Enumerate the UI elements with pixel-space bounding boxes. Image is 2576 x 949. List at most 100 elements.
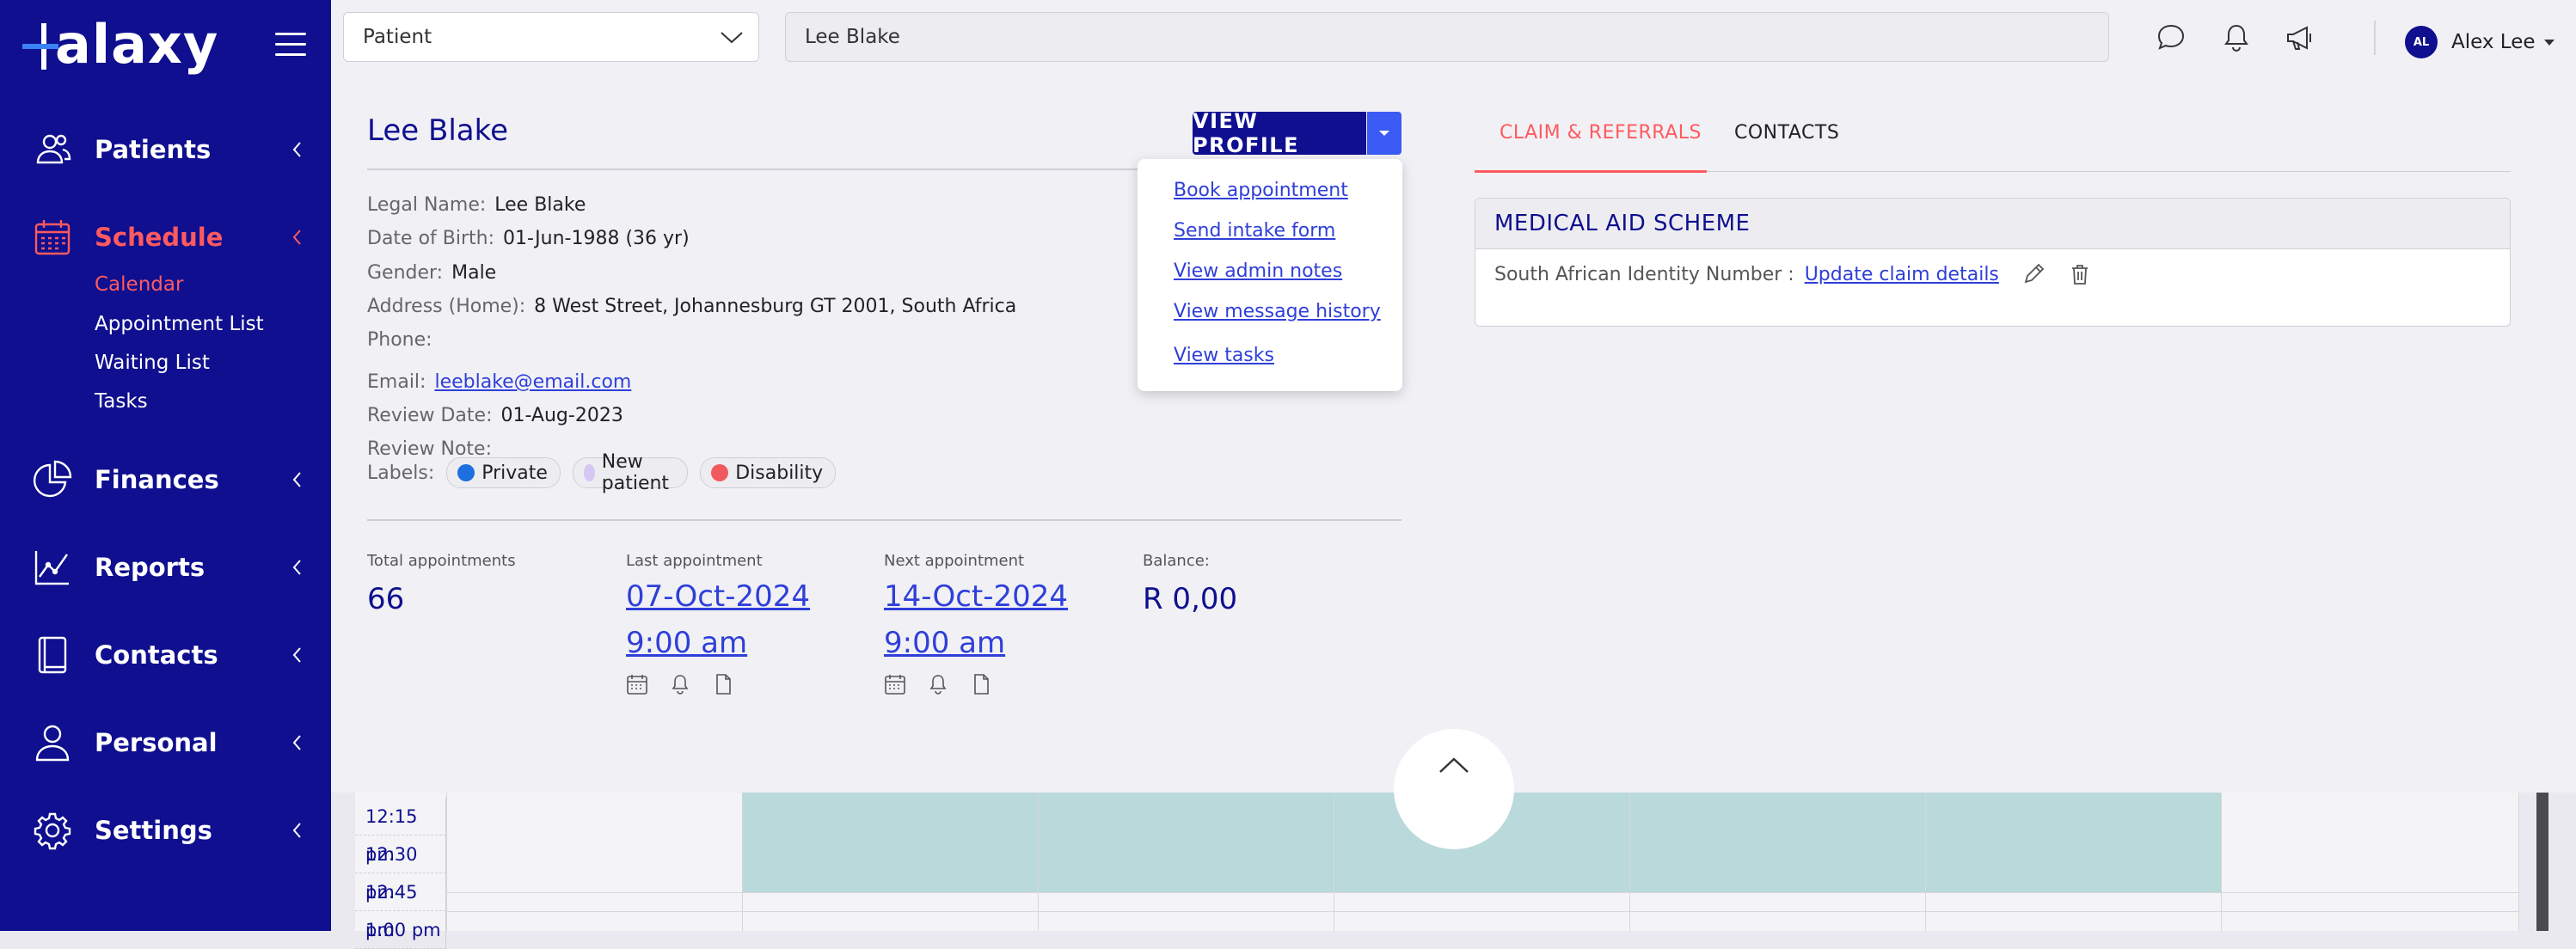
view-profile-button[interactable]: VIEW PROFILE: [1193, 109, 1366, 157]
divider: [367, 519, 1401, 521]
last-appointment-date-link[interactable]: 07-Oct-2024: [626, 573, 810, 620]
calendar-icon[interactable]: [884, 673, 906, 695]
person-icon: [35, 725, 70, 762]
menu-item-send-intake-form[interactable]: Send intake form: [1174, 220, 1335, 242]
appointment-actions: [626, 673, 810, 695]
detail-labels: Labels: Private New patient Disability: [367, 451, 837, 494]
user-menu[interactable]: AL Alex Lee: [2405, 24, 2555, 60]
field-value: 8 West Street, Johannesburg GT 2001, Sou…: [534, 296, 1017, 317]
sidebar-item-label: Finances: [95, 465, 219, 494]
pencil-icon[interactable]: [2021, 262, 2045, 286]
bell-icon[interactable]: [2221, 22, 2252, 53]
chat-icon[interactable]: [2156, 22, 2187, 53]
sidebar-item-contacts[interactable]: Contacts: [0, 629, 331, 681]
field-label: South African Identity Number :: [1494, 263, 1794, 285]
bell-icon[interactable]: [669, 673, 691, 695]
sidebar-subitem-appointment-list[interactable]: Appointment List: [95, 313, 264, 335]
menu-item-view-admin-notes[interactable]: View admin notes: [1174, 260, 1342, 282]
calendar-column: [2518, 793, 2519, 931]
patient-name: Lee Blake: [367, 113, 508, 148]
tab-contacts[interactable]: CONTACTS: [1734, 122, 1839, 144]
sidebar-item-finances[interactable]: Finances: [0, 454, 331, 505]
appointment-actions: [884, 673, 1068, 695]
next-appointment-date-link[interactable]: 14-Oct-2024: [884, 573, 1068, 620]
field-label: Date of Birth:: [367, 228, 495, 249]
stat-total-appointments: Total appointments 66: [367, 552, 516, 616]
identity-number-row: South African Identity Number : Update c…: [1494, 262, 2092, 286]
topbar-divider: [2374, 21, 2376, 55]
chevron-left-icon: [292, 735, 301, 750]
field-label: Address (Home):: [367, 296, 526, 317]
line-chart-icon: [34, 551, 69, 585]
time-slot-label: 12:45 pm: [355, 873, 446, 940]
collapse-panel-button[interactable]: [1394, 729, 1514, 849]
record-type-value: Patient: [363, 26, 432, 48]
stat-label: Balance:: [1143, 552, 1210, 570]
active-tab-indicator: [1475, 170, 1707, 173]
view-profile-menu-toggle[interactable]: [1367, 112, 1401, 155]
sidebar-item-personal[interactable]: Personal: [0, 717, 331, 768]
search-value: Lee Blake: [805, 26, 900, 48]
tab-claim-referrals[interactable]: CLAIM & REFERRALS: [1500, 122, 1702, 144]
calendar-icon[interactable]: [626, 673, 648, 695]
menu-item-book-appointment[interactable]: Book appointment: [1174, 180, 1348, 201]
sidebar-subitem-calendar[interactable]: Calendar: [95, 273, 183, 296]
sidebar-subitem-tasks[interactable]: Tasks: [95, 390, 148, 413]
field-value: 01-Jun-1988 (36 yr): [503, 228, 690, 249]
search-input[interactable]: Lee Blake: [785, 12, 2109, 62]
sidebar-subitem-waiting-list[interactable]: Waiting List: [95, 352, 210, 374]
caret-down-icon: [2543, 39, 2555, 46]
medical-aid-card: MEDICAL AID SCHEME South African Identit…: [1475, 198, 2511, 327]
calendar-gridline: [446, 892, 2519, 893]
label-chip[interactable]: Private: [446, 457, 561, 488]
bell-icon[interactable]: [927, 673, 949, 695]
logo-text: alaxy: [55, 13, 219, 76]
sidebar-item-label: Patients: [95, 135, 212, 164]
field-value: Male: [451, 262, 497, 284]
patient-summary-panel: Lee Blake VIEW PROFILE Legal Name: Lee Bl…: [331, 74, 2576, 849]
sidebar-item-label: Reports: [95, 553, 205, 582]
calendar-gridline: [446, 911, 2519, 912]
sidebar-item-reports[interactable]: Reports: [0, 542, 331, 593]
stat-last-appointment: Last appointment 07-Oct-2024 9:00 am: [626, 552, 810, 695]
calendar-column: [446, 793, 447, 931]
field-value: 01-Aug-2023: [500, 405, 623, 426]
label-chip[interactable]: Disability: [700, 457, 837, 488]
address-book-icon: [38, 636, 67, 674]
calendar-scrollbar[interactable]: [2536, 793, 2548, 931]
logo-mark: [22, 18, 58, 71]
next-appointment-time-link[interactable]: 9:00 am: [884, 620, 1068, 666]
last-appointment-time-link[interactable]: 9:00 am: [626, 620, 810, 666]
record-type-select[interactable]: Patient: [343, 12, 759, 62]
sidebar-item-patients[interactable]: Patients: [0, 124, 331, 175]
stat-label: Last appointment: [626, 552, 763, 570]
calendar-column: [1038, 793, 1039, 931]
megaphone-icon[interactable]: [2285, 22, 2315, 53]
menu-item-view-tasks[interactable]: View tasks: [1174, 345, 1274, 366]
card-title: MEDICAL AID SCHEME: [1475, 199, 2510, 249]
update-claim-details-link[interactable]: Update claim details: [1805, 264, 1999, 285]
calendar-column: [2221, 793, 2222, 931]
time-slot-label: 12:15 pm: [355, 798, 446, 865]
label-chip[interactable]: New patient: [572, 451, 689, 494]
trash-icon[interactable]: [2068, 262, 2092, 286]
field-label: Legal Name:: [367, 194, 487, 216]
label-text: Private: [481, 462, 548, 484]
menu-item-view-message-history[interactable]: View message history: [1174, 301, 1381, 322]
caret-down-icon: [1379, 131, 1389, 136]
detail-email: Email: leeblake@email.com: [367, 371, 631, 393]
email-link[interactable]: leeblake@email.com: [434, 371, 631, 393]
field-label: Review Date:: [367, 405, 493, 426]
field-label: Gender:: [367, 262, 444, 284]
document-icon[interactable]: [970, 673, 992, 695]
detail-dob: Date of Birth: 01-Jun-1988 (36 yr): [367, 228, 690, 249]
sidebar-item-schedule[interactable]: Schedule: [0, 211, 331, 263]
stat-value: 66: [367, 582, 405, 616]
menu-toggle-icon[interactable]: [275, 33, 306, 58]
halaxy-logo[interactable]: alaxy: [22, 14, 237, 76]
time-slot-label: 1:00 pm: [355, 911, 446, 949]
sidebar-item-settings[interactable]: Settings: [0, 805, 331, 856]
user-name: Alex Lee: [2451, 31, 2536, 53]
document-icon[interactable]: [712, 673, 734, 695]
users-icon: [36, 134, 71, 164]
